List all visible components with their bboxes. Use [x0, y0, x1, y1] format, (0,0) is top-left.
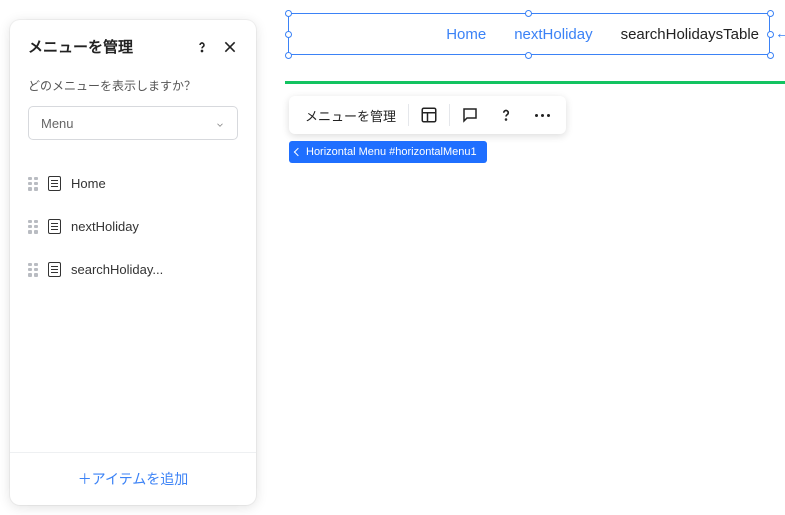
- more-icon[interactable]: [524, 97, 560, 133]
- select-value: Menu: [41, 116, 74, 131]
- section-divider: [285, 81, 785, 84]
- panel-title: メニューを管理: [28, 36, 133, 57]
- arrow-left-icon: ←: [775, 25, 785, 42]
- page-icon: [48, 176, 61, 191]
- help-icon[interactable]: [194, 39, 210, 55]
- list-item[interactable]: nextHoliday: [28, 205, 238, 248]
- menu-item-searchholidaystable[interactable]: searchHolidaysTable: [621, 26, 759, 43]
- badge-label: Horizontal Menu #horizontalMenu1: [306, 146, 477, 158]
- panel-prompt: どのメニューを表示しますか？: [28, 77, 238, 94]
- selection-handle[interactable]: [285, 52, 292, 59]
- horizontal-menu-component[interactable]: Home nextHoliday searchHolidaysTable: [288, 13, 770, 55]
- page-icon: [48, 219, 61, 234]
- menu-item-home[interactable]: Home: [446, 26, 486, 43]
- separator: [449, 104, 450, 126]
- menu-select[interactable]: Menu: [28, 106, 238, 140]
- layout-icon[interactable]: [411, 97, 447, 133]
- add-item-button[interactable]: ＋アイテムを追加: [78, 471, 189, 487]
- component-badge[interactable]: Horizontal Menu #horizontalMenu1: [289, 141, 487, 163]
- selection-handle[interactable]: [285, 31, 292, 38]
- list-item[interactable]: searchHoliday...: [28, 248, 238, 291]
- manage-menu-panel: メニューを管理 どのメニューを表示しますか？ Menu Home: [10, 20, 256, 505]
- menu-item-nextholiday[interactable]: nextHoliday: [514, 26, 592, 43]
- selection-handle[interactable]: [285, 10, 292, 17]
- help-icon[interactable]: [488, 97, 524, 133]
- selection-handle[interactable]: [525, 10, 532, 17]
- toolbar-manage-menu-button[interactable]: メニューを管理: [295, 106, 406, 125]
- drag-handle-icon[interactable]: [28, 220, 38, 234]
- selection-handle[interactable]: [525, 52, 532, 59]
- selection-handle[interactable]: [767, 31, 774, 38]
- page-icon: [48, 262, 61, 277]
- list-item-label: searchHoliday...: [71, 262, 163, 277]
- list-item[interactable]: Home: [28, 162, 238, 205]
- list-item-label: Home: [71, 176, 106, 191]
- component-toolbar: メニューを管理: [289, 96, 566, 134]
- comment-icon[interactable]: [452, 97, 488, 133]
- drag-handle-icon[interactable]: [28, 177, 38, 191]
- separator: [408, 104, 409, 126]
- list-item-label: nextHoliday: [71, 219, 139, 234]
- drag-handle-icon[interactable]: [28, 263, 38, 277]
- chevron-down-icon: [215, 118, 225, 128]
- close-icon[interactable]: [222, 39, 238, 55]
- menu-items-list: Home nextHoliday searchHoliday...: [28, 162, 238, 291]
- chevron-left-icon: [294, 148, 302, 156]
- selection-handle[interactable]: [767, 10, 774, 17]
- selection-handle[interactable]: [767, 52, 774, 59]
